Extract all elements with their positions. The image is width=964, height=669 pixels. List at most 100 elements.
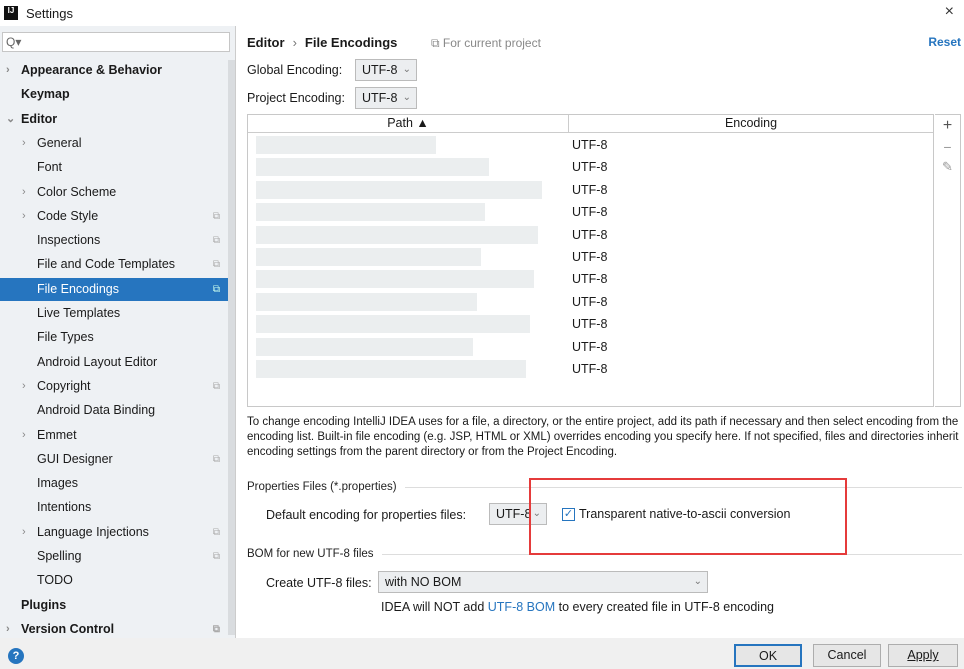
- encoding-table: Path ▲ Encoding UTF-8 UTF-8 UTF-8 UTF-8 UTF-…: [247, 114, 934, 407]
- encoding-cell[interactable]: UTF-8: [572, 179, 607, 201]
- sidebar-scrollbar[interactable]: [228, 60, 235, 635]
- table-row[interactable]: UTF-8: [248, 134, 933, 156]
- encoding-cell[interactable]: UTF-8: [572, 336, 607, 358]
- utf8-bom-link[interactable]: UTF-8 BOM: [488, 600, 555, 614]
- chevron-right-icon[interactable]: ›: [22, 181, 26, 204]
- project-encoding-select[interactable]: UTF-8 ⌄: [355, 87, 417, 109]
- close-icon[interactable]: ×: [945, 3, 954, 21]
- app-logo-icon: IJ: [4, 6, 18, 20]
- global-encoding-label: Global Encoding:: [247, 63, 343, 77]
- encoding-cell[interactable]: UTF-8: [572, 201, 607, 223]
- project-scope-icon: ⧉: [212, 259, 220, 271]
- global-encoding-select[interactable]: UTF-8 ⌄: [355, 59, 417, 81]
- sidebar-item-label: Editor: [21, 111, 58, 126]
- remove-icon[interactable]: −: [935, 139, 960, 155]
- edit-icon[interactable]: ✎: [935, 159, 960, 175]
- sidebar: Q▾ › Appearance & Behavior Keymap ⌄ Editor › G…: [0, 26, 236, 638]
- sidebar-item[interactable]: File and Code Templates ⧉: [0, 253, 228, 276]
- encoding-cell[interactable]: UTF-8: [572, 156, 607, 178]
- chevron-down-icon: ⌄: [402, 64, 411, 75]
- sidebar-item[interactable]: Spelling ⧉: [0, 545, 228, 568]
- add-icon[interactable]: +: [935, 117, 960, 135]
- sidebar-item[interactable]: ⌄ Editor: [0, 108, 228, 131]
- bom-note-text-end: to every created file in UTF-8 encoding: [555, 600, 774, 614]
- encoding-cell[interactable]: UTF-8: [572, 224, 607, 246]
- table-row[interactable]: UTF-8: [248, 224, 933, 246]
- chevron-right-icon[interactable]: ›: [22, 424, 26, 447]
- apply-button[interactable]: Apply: [888, 644, 958, 667]
- encoding-cell[interactable]: UTF-8: [572, 246, 607, 268]
- chevron-right-icon[interactable]: ›: [22, 521, 26, 544]
- sidebar-item[interactable]: Keymap: [0, 83, 228, 106]
- sidebar-item[interactable]: Font: [0, 156, 228, 179]
- encoding-cell[interactable]: UTF-8: [572, 358, 607, 380]
- table-header: Path ▲ Encoding: [248, 115, 933, 133]
- table-row[interactable]: UTF-8: [248, 313, 933, 335]
- sidebar-item[interactable]: › Code Style ⧉: [0, 205, 228, 228]
- table-row[interactable]: UTF-8: [248, 156, 933, 178]
- encoding-cell[interactable]: UTF-8: [572, 268, 607, 290]
- encoding-cell[interactable]: UTF-8: [572, 291, 607, 313]
- dialog-footer: ? OK Cancel Apply: [0, 638, 964, 669]
- table-row[interactable]: UTF-8: [248, 358, 933, 380]
- sidebar-item[interactable]: File Types: [0, 326, 228, 349]
- sidebar-item[interactable]: Intentions: [0, 496, 228, 519]
- obscured-path: [256, 158, 489, 177]
- project-encoding-value: UTF-8: [362, 91, 398, 105]
- obscured-path: [256, 136, 436, 154]
- sidebar-item[interactable]: › Appearance & Behavior: [0, 59, 228, 82]
- project-scope-icon: ⧉: [212, 210, 220, 222]
- sidebar-item[interactable]: Inspections ⧉: [0, 229, 228, 252]
- sidebar-item[interactable]: › Color Scheme: [0, 181, 228, 204]
- sidebar-item[interactable]: Plugins: [0, 594, 228, 617]
- sidebar-item[interactable]: Live Templates: [0, 302, 228, 325]
- project-scope-icon: ⧉: [212, 551, 220, 562]
- chevron-right-icon[interactable]: ›: [22, 205, 26, 228]
- bom-note: IDEA will NOT add UTF-8 BOM to every cre…: [381, 600, 774, 614]
- breadcrumb-parent[interactable]: Editor: [247, 35, 285, 50]
- chevron-down-icon[interactable]: ⌄: [6, 108, 15, 131]
- sidebar-item[interactable]: › Emmet: [0, 424, 228, 447]
- sidebar-item-label: Color Scheme: [37, 184, 117, 199]
- breadcrumb-separator: ›: [292, 35, 297, 50]
- sidebar-item[interactable]: File Encodings ⧉: [0, 277, 228, 301]
- properties-section-title: Properties Files (*.properties): [247, 481, 397, 493]
- ok-button[interactable]: OK: [734, 644, 802, 667]
- sidebar-item[interactable]: Android Layout Editor: [0, 351, 228, 374]
- table-row[interactable]: UTF-8: [248, 268, 933, 290]
- table-row[interactable]: UTF-8: [248, 179, 933, 201]
- column-path[interactable]: Path ▲: [248, 115, 569, 132]
- chevron-right-icon[interactable]: ›: [22, 375, 26, 398]
- table-row[interactable]: UTF-8: [248, 201, 933, 223]
- table-row[interactable]: UTF-8: [248, 246, 933, 268]
- help-icon[interactable]: ?: [8, 648, 24, 664]
- table-row[interactable]: UTF-8: [248, 291, 933, 313]
- project-scope-icon: ⧉: [212, 283, 220, 295]
- sidebar-item-label: Emmet: [37, 427, 77, 442]
- table-row[interactable]: UTF-8: [248, 336, 933, 358]
- search-input[interactable]: Q▾: [2, 32, 230, 52]
- encoding-cell[interactable]: UTF-8: [572, 134, 607, 156]
- breadcrumb: Editor › File Encodings: [247, 35, 397, 50]
- properties-encoding-label: Default encoding for properties files:: [266, 508, 467, 522]
- sidebar-item[interactable]: GUI Designer ⧉: [0, 448, 228, 471]
- sidebar-item[interactable]: › Language Injections ⧉: [0, 521, 228, 544]
- encoding-cell[interactable]: UTF-8: [572, 313, 607, 335]
- sidebar-item[interactable]: TODO: [0, 569, 228, 592]
- obscured-path: [256, 180, 542, 199]
- breadcrumb-current: File Encodings: [304, 35, 398, 50]
- column-encoding[interactable]: Encoding: [569, 115, 933, 132]
- project-scope-icon: ⧉: [212, 526, 220, 538]
- chevron-right-icon[interactable]: ›: [22, 132, 26, 155]
- sidebar-item[interactable]: Images: [0, 472, 228, 495]
- properties-encoding-value: UTF-8: [496, 507, 532, 521]
- project-encoding-label: Project Encoding:: [247, 91, 345, 105]
- obscured-path: [256, 203, 485, 222]
- reset-link[interactable]: Reset: [928, 35, 961, 49]
- cancel-button[interactable]: Cancel: [813, 644, 881, 667]
- sidebar-item[interactable]: › Copyright ⧉: [0, 375, 228, 398]
- chevron-right-icon[interactable]: ›: [6, 59, 10, 82]
- bom-select[interactable]: with NO BOM ⌄: [378, 571, 708, 593]
- sidebar-item[interactable]: Android Data Binding: [0, 399, 228, 422]
- sidebar-item[interactable]: › General: [0, 132, 228, 155]
